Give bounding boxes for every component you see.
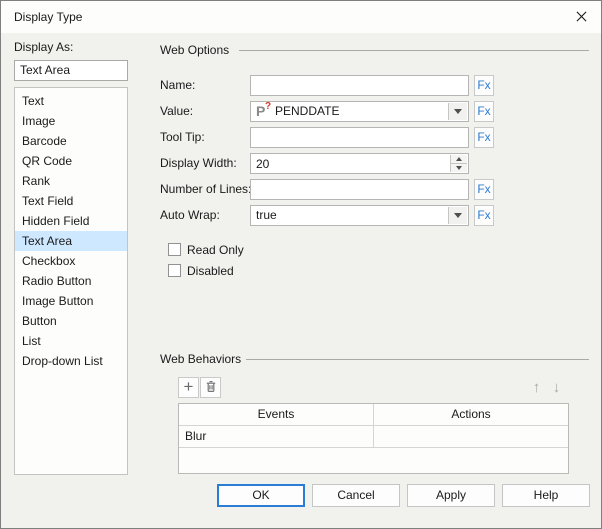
- number-of-lines-field-box: [250, 179, 469, 200]
- cancel-button[interactable]: Cancel: [312, 484, 400, 507]
- web-behaviors-group-title: Web Behaviors: [160, 352, 242, 366]
- display-as-option-qr-code[interactable]: QR Code: [15, 151, 127, 171]
- behaviors-header-row: Events Actions: [179, 404, 568, 426]
- arrow-up-icon: ↑: [532, 379, 541, 396]
- name-field-box: [250, 75, 469, 96]
- display-as-option-drop-down-list[interactable]: Drop-down List: [15, 351, 127, 371]
- display-as-option-text-area[interactable]: Text Area: [15, 231, 127, 251]
- auto-wrap-label: Auto Wrap:: [160, 208, 220, 222]
- value-selected-text: PENDDATE: [275, 104, 340, 118]
- display-width-field-box: [250, 153, 469, 174]
- web-options-group-title: Web Options: [160, 43, 230, 57]
- display-as-selected-field[interactable]: Text Area: [14, 60, 128, 81]
- display-as-option-image[interactable]: Image: [15, 111, 127, 131]
- auto-wrap-formula-button[interactable]: Fx: [474, 205, 494, 226]
- spin-up-icon: [456, 157, 462, 161]
- fx-icon: Fx: [477, 78, 491, 92]
- value-formula-button[interactable]: Fx: [474, 101, 494, 122]
- web-behaviors-group-line: [246, 359, 589, 360]
- name-input[interactable]: [251, 76, 468, 95]
- trash-icon: [204, 379, 218, 396]
- footer-button-bar: OK Cancel Apply Help: [217, 484, 590, 507]
- read-only-label: Read Only: [187, 243, 244, 257]
- value-label: Value:: [160, 104, 194, 118]
- titlebar: Display Type: [1, 1, 601, 33]
- disabled-checkbox[interactable]: [168, 264, 181, 277]
- delete-behavior-button[interactable]: [200, 377, 221, 398]
- chevron-down-icon: [454, 213, 462, 218]
- display-as-option-list[interactable]: List: [15, 331, 127, 351]
- display-as-option-button[interactable]: Button: [15, 311, 127, 331]
- move-down-button[interactable]: ↓: [547, 378, 566, 398]
- display-as-option-rank[interactable]: Rank: [15, 171, 127, 191]
- close-button[interactable]: [569, 6, 593, 28]
- display-as-option-barcode[interactable]: Barcode: [15, 131, 127, 151]
- number-of-lines-formula-button[interactable]: Fx: [474, 179, 494, 200]
- fx-icon: Fx: [477, 208, 491, 222]
- fx-icon: Fx: [477, 104, 491, 118]
- display-as-option-checkbox[interactable]: Checkbox: [15, 251, 127, 271]
- display-width-spinner: [450, 155, 467, 172]
- auto-wrap-dropdown-button[interactable]: [448, 207, 467, 224]
- display-as-option-radio-button[interactable]: Radio Button: [15, 271, 127, 291]
- tooltip-field-box: [250, 127, 469, 148]
- spin-up-button[interactable]: [451, 155, 467, 163]
- display-as-label: Display As:: [14, 40, 74, 54]
- fx-icon: Fx: [477, 130, 491, 144]
- help-button[interactable]: Help: [502, 484, 590, 507]
- name-formula-button[interactable]: Fx: [474, 75, 494, 96]
- read-only-checkbox[interactable]: [168, 243, 181, 256]
- disabled-label: Disabled: [187, 264, 234, 278]
- display-width-input[interactable]: [251, 154, 468, 173]
- display-as-option-text[interactable]: Text: [15, 91, 127, 111]
- apply-button[interactable]: Apply: [407, 484, 495, 507]
- behavior-event-cell: Blur: [179, 426, 374, 447]
- tooltip-formula-button[interactable]: Fx: [474, 127, 494, 148]
- move-up-button[interactable]: ↑: [527, 378, 546, 398]
- web-options-group-line: [239, 50, 589, 51]
- display-width-label: Display Width:: [160, 156, 237, 170]
- behaviors-table: Events Actions Blur: [178, 403, 569, 474]
- tooltip-label: Tool Tip:: [160, 130, 205, 144]
- behavior-action-cell: [374, 426, 568, 447]
- spin-down-button[interactable]: [451, 163, 467, 172]
- parameter-icon: P ?: [256, 101, 272, 119]
- dialog-title: Display Type: [14, 10, 83, 24]
- behavior-row[interactable]: Blur: [179, 426, 568, 448]
- value-dropdown-button[interactable]: [448, 103, 467, 120]
- number-of-lines-input[interactable]: [251, 180, 468, 199]
- behaviors-table-empty-area: [179, 448, 568, 473]
- display-as-option-image-button[interactable]: Image Button: [15, 291, 127, 311]
- tooltip-input[interactable]: [251, 128, 468, 147]
- plus-icon: +: [183, 377, 194, 396]
- ok-button[interactable]: OK: [217, 484, 305, 507]
- name-label: Name:: [160, 78, 196, 92]
- auto-wrap-combobox[interactable]: true: [250, 205, 469, 226]
- value-combobox[interactable]: P ? PENDDATE: [250, 101, 469, 122]
- events-column-header: Events: [179, 404, 374, 425]
- add-behavior-button[interactable]: +: [178, 377, 199, 398]
- display-as-option-hidden-field[interactable]: Hidden Field: [15, 211, 127, 231]
- fx-icon: Fx: [477, 182, 491, 196]
- chevron-down-icon: [454, 109, 462, 114]
- arrow-down-icon: ↓: [552, 379, 561, 396]
- spin-down-icon: [456, 166, 462, 170]
- display-as-option-text-field[interactable]: Text Field: [15, 191, 127, 211]
- close-icon: [576, 10, 587, 25]
- auto-wrap-selected-text: true: [256, 208, 277, 222]
- display-as-listbox: Text Image Barcode QR Code Rank Text Fie…: [14, 87, 128, 475]
- actions-column-header: Actions: [451, 407, 491, 421]
- number-of-lines-label: Number of Lines:: [160, 182, 252, 196]
- display-type-dialog: Display Type Display As: Text Area Text …: [0, 0, 602, 529]
